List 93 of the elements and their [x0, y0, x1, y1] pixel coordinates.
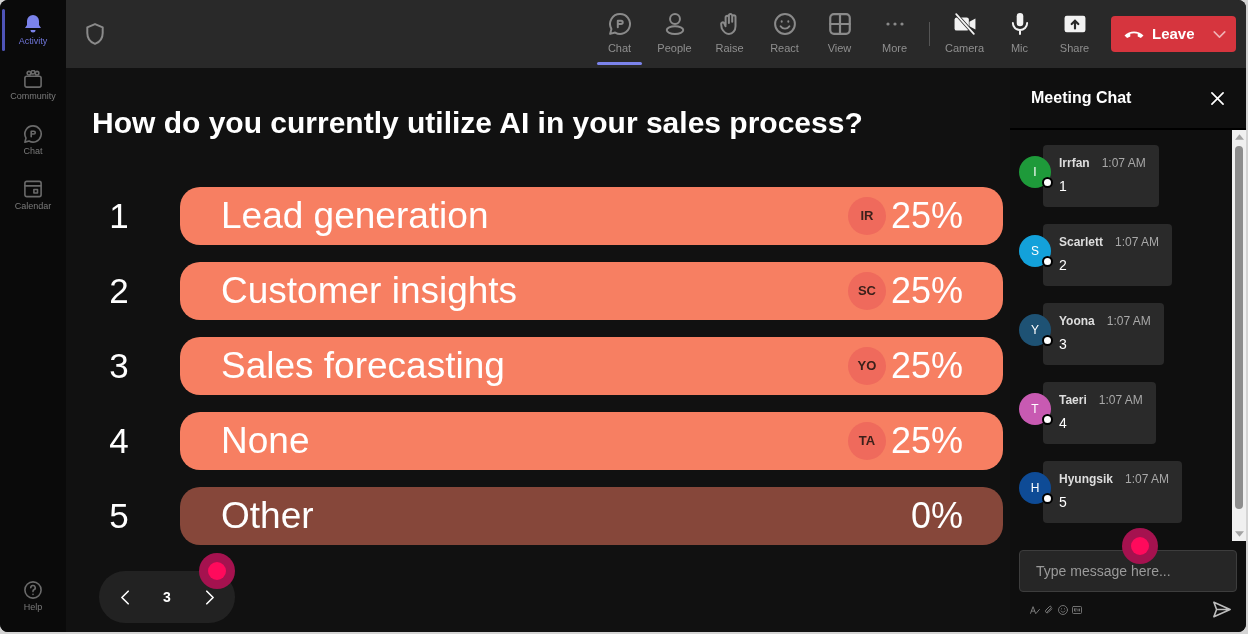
emoji-icon — [1058, 604, 1068, 615]
chat-bubble-icon — [24, 125, 42, 143]
person-icon — [663, 13, 686, 35]
touch-indicator-icon — [199, 553, 235, 589]
message-time: 1:07 AM — [1106, 314, 1151, 328]
close-icon — [1210, 91, 1224, 105]
emoji-button[interactable] — [1058, 604, 1068, 615]
message-text: 1 — [1059, 177, 1068, 195]
shield-icon — [86, 23, 104, 45]
poll-question: How do you currently utilize AI in your sales process? — [92, 106, 863, 140]
bell-icon — [24, 15, 42, 33]
chat-bubble-icon — [608, 13, 631, 35]
poll-option-bar[interactable]: Lead generation IR 25% — [180, 187, 1003, 245]
toolbar-button[interactable]: View — [812, 0, 867, 68]
voter-avatar: TA — [847, 422, 886, 460]
option-label: Sales forecasting — [221, 344, 505, 388]
camera-slash-icon — [953, 13, 976, 35]
poll-option-bar[interactable]: Other 0% — [180, 487, 1003, 545]
touch-indicator-icon — [1122, 528, 1158, 564]
message-text: 5 — [1059, 493, 1068, 511]
option-label: Customer insights — [221, 269, 518, 313]
calendar-icon — [24, 180, 42, 198]
toolbar-button[interactable]: More — [867, 0, 922, 68]
scroll-up-icon[interactable] — [1234, 134, 1244, 140]
attach-button[interactable] — [1044, 604, 1054, 615]
gif-button[interactable] — [1072, 604, 1082, 615]
help-icon — [24, 581, 42, 599]
send-icon — [1213, 601, 1231, 618]
send-button[interactable] — [1213, 601, 1231, 618]
toolbar-button[interactable]: Raise — [702, 0, 757, 68]
vote-percentage: 0% — [910, 495, 963, 537]
poll-option-bar[interactable]: Customer insights SC 25% — [180, 262, 1003, 320]
caret-icon — [1213, 30, 1226, 38]
vote-percentage: 25% — [890, 420, 963, 462]
vote-percentage: 25% — [890, 195, 963, 237]
option-number: 4 — [108, 421, 130, 461]
poll-option-bar[interactable]: None TA 25% — [180, 412, 1003, 470]
vote-percentage: 25% — [890, 345, 963, 387]
message-text: 3 — [1059, 335, 1068, 353]
poll-option-bar[interactable]: Sales forecasting YO 25% — [180, 337, 1003, 395]
scroll-down-icon[interactable] — [1234, 531, 1244, 537]
message-text: 4 — [1059, 414, 1068, 432]
paperclip-icon — [1044, 604, 1054, 615]
sender-name: Scarlett — [1059, 235, 1104, 249]
sender-name: Hyungsik — [1059, 472, 1113, 486]
people-group-icon — [24, 70, 42, 88]
message-time: 1:07 AM — [1101, 156, 1146, 170]
option-number: 2 — [108, 271, 130, 311]
option-number: 5 — [108, 496, 130, 536]
help-button[interactable]: Help — [0, 569, 66, 624]
toolbar-button[interactable]: Camera — [937, 0, 992, 68]
message-time: 1:07 AM — [1098, 393, 1143, 407]
message-time: 1:07 AM — [1125, 472, 1170, 486]
sidebar-item[interactable]: Community — [0, 58, 66, 113]
voter-avatar: IR — [847, 197, 886, 235]
smiley-icon — [773, 13, 796, 35]
sidebar-item[interactable]: Chat — [0, 113, 66, 168]
phone-icon — [1124, 29, 1144, 39]
gif-icon — [1072, 604, 1082, 615]
chevron-left-icon — [120, 589, 130, 605]
scrollbar-track[interactable] — [1232, 130, 1246, 541]
chevron-right-icon — [204, 589, 214, 605]
sidebar-item[interactable]: Activity — [0, 3, 66, 58]
toolbar-button[interactable]: Chat — [592, 0, 647, 68]
close-button[interactable] — [1210, 91, 1224, 105]
sender-name: Taeri — [1059, 393, 1087, 407]
more-icon — [885, 22, 904, 26]
toolbar-button[interactable]: Mic — [992, 0, 1047, 68]
message-time: 1:07 AM — [1115, 235, 1160, 249]
voter-avatar: YO — [847, 347, 886, 385]
message-input[interactable]: Type message here... — [1019, 550, 1237, 592]
toolbar-button[interactable]: People — [647, 0, 702, 68]
leave-button[interactable]: Leave — [1111, 16, 1236, 52]
message-text: 2 — [1059, 256, 1068, 274]
option-label: None — [221, 419, 310, 463]
page-number: 3 — [162, 587, 172, 607]
sender-name: Irrfan — [1059, 156, 1090, 170]
voter-avatar: SC — [847, 272, 886, 310]
share-button[interactable]: Share — [1047, 0, 1102, 68]
vote-percentage: 25% — [890, 270, 963, 312]
option-number: 1 — [108, 196, 130, 236]
option-number: 3 — [108, 346, 130, 386]
option-label: Lead generation — [221, 194, 489, 238]
sender-name: Yoona — [1059, 314, 1095, 328]
scrollbar-thumb[interactable] — [1235, 146, 1243, 509]
toolbar-button[interactable]: React — [757, 0, 812, 68]
option-label: Other — [221, 494, 314, 538]
chat-title: Meeting Chat — [1031, 88, 1132, 108]
screen-share-icon — [1063, 15, 1086, 33]
grid-icon — [828, 13, 851, 35]
format-button[interactable] — [1030, 604, 1040, 615]
sidebar-item[interactable]: Calendar — [0, 168, 66, 223]
text-format-icon — [1030, 604, 1040, 615]
